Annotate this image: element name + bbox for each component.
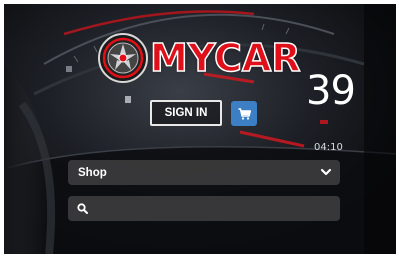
cart-icon — [238, 107, 251, 120]
brand-wordmark: MYCAR — [149, 35, 301, 81]
speed-readout: 39 — [306, 68, 356, 114]
shop-dropdown-value: Shop — [78, 166, 107, 179]
signin-label: SIGN IN — [164, 107, 208, 119]
search-input[interactable] — [94, 198, 334, 219]
chevron-down-icon — [320, 168, 332, 176]
wheel-icon — [98, 33, 148, 83]
shop-dropdown[interactable]: Shop — [68, 160, 340, 185]
signin-button[interactable]: SIGN IN — [150, 100, 222, 126]
clock-readout: 04:10 — [314, 142, 343, 153]
cart-button[interactable] — [231, 101, 257, 126]
brand-logo[interactable]: MYCAR — [96, 32, 312, 84]
search-bar — [68, 196, 340, 221]
search-icon — [77, 203, 88, 214]
hero-banner: 39 04:10 MYCAR SIGN IN Shop — [4, 4, 396, 254]
